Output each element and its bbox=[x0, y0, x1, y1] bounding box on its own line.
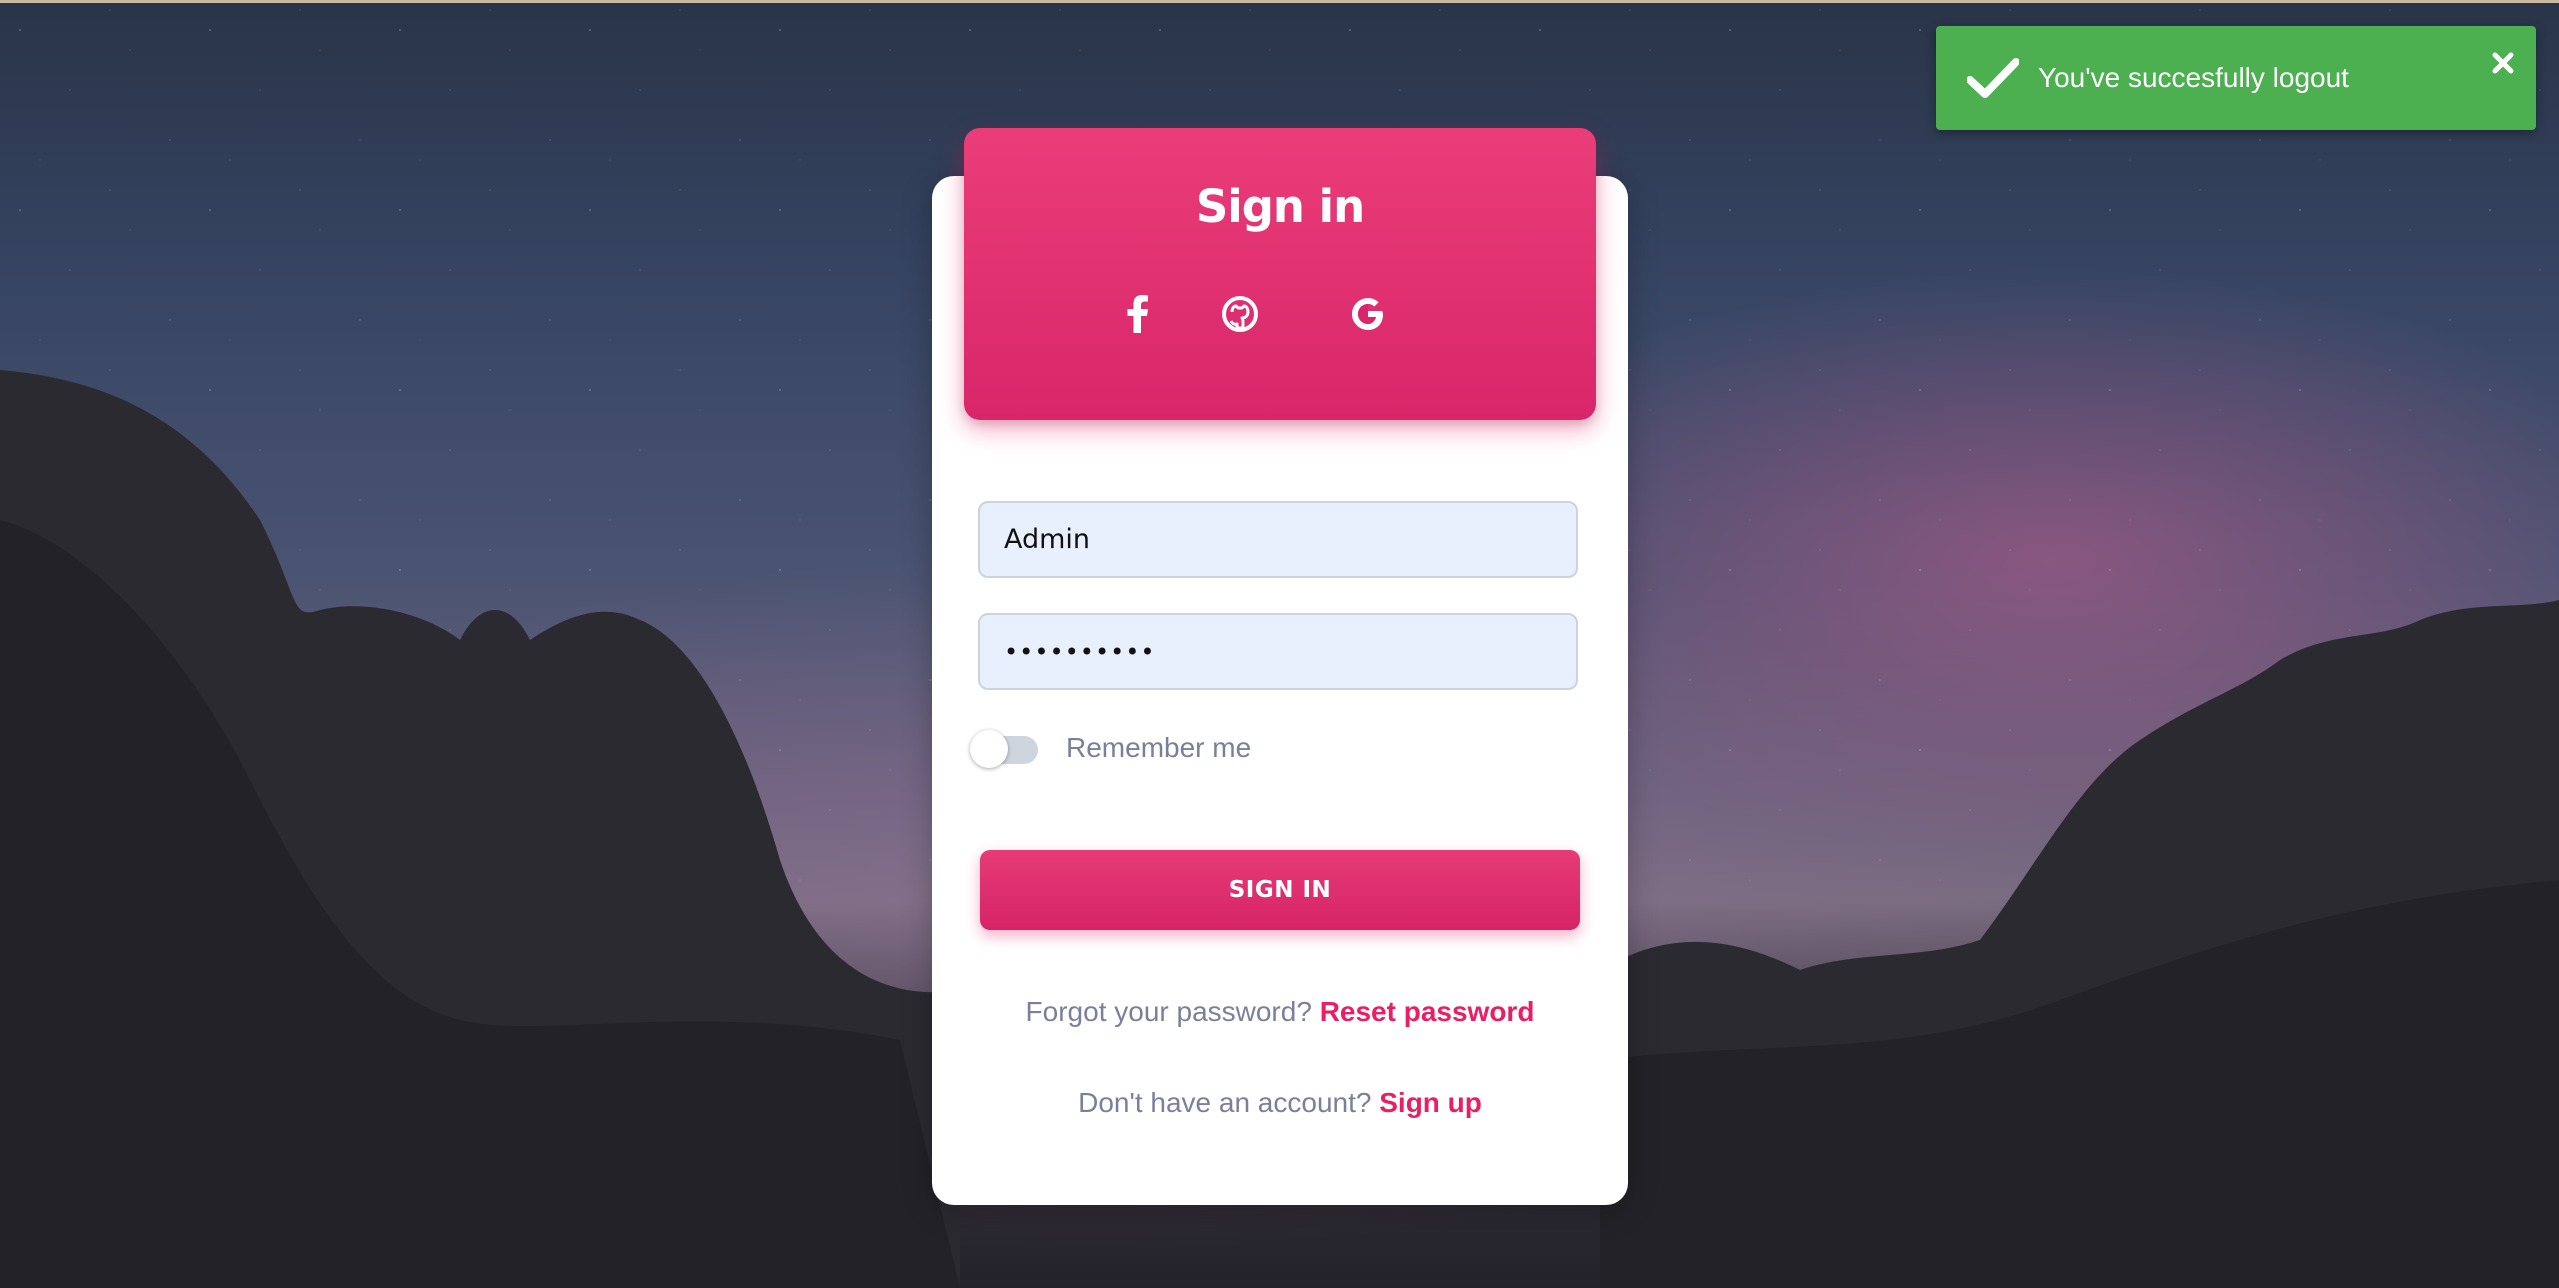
username-input[interactable]: Admin bbox=[978, 501, 1578, 578]
close-icon[interactable] bbox=[2488, 48, 2518, 78]
github-login-button[interactable] bbox=[1212, 286, 1268, 342]
top-edge bbox=[0, 0, 2559, 3]
sign-up-link[interactable]: Sign up bbox=[1379, 1087, 1482, 1118]
reset-password-link[interactable]: Reset password bbox=[1320, 996, 1535, 1027]
google-login-button[interactable] bbox=[1340, 286, 1396, 342]
forgot-password-text: Forgot your password? bbox=[1025, 996, 1312, 1027]
toggle-knob bbox=[970, 730, 1008, 768]
checkmark-icon bbox=[1964, 49, 2022, 107]
signin-card-header: Sign in bbox=[964, 128, 1596, 420]
remember-me-toggle[interactable] bbox=[970, 728, 1040, 768]
facebook-login-button[interactable] bbox=[1110, 286, 1166, 342]
forgot-password-line: Forgot your password? Reset password bbox=[932, 996, 1628, 1028]
facebook-icon bbox=[1127, 295, 1148, 333]
signup-line: Don't have an account? Sign up bbox=[932, 1087, 1628, 1119]
remember-me-row: Remember me bbox=[970, 728, 1251, 768]
no-account-text: Don't have an account? bbox=[1078, 1087, 1372, 1118]
password-input[interactable]: •••••••••• bbox=[978, 613, 1578, 690]
google-icon bbox=[1352, 298, 1383, 330]
logout-toast: You've succesfully logout bbox=[1936, 26, 2536, 130]
remember-me-label: Remember me bbox=[1066, 732, 1252, 763]
sign-in-button[interactable]: SIGN IN bbox=[980, 850, 1580, 930]
github-icon bbox=[1222, 296, 1258, 332]
page-title: Sign in bbox=[1195, 180, 1365, 233]
toast-message: You've succesfully logout bbox=[2038, 62, 2349, 93]
social-login-row bbox=[964, 286, 1596, 342]
